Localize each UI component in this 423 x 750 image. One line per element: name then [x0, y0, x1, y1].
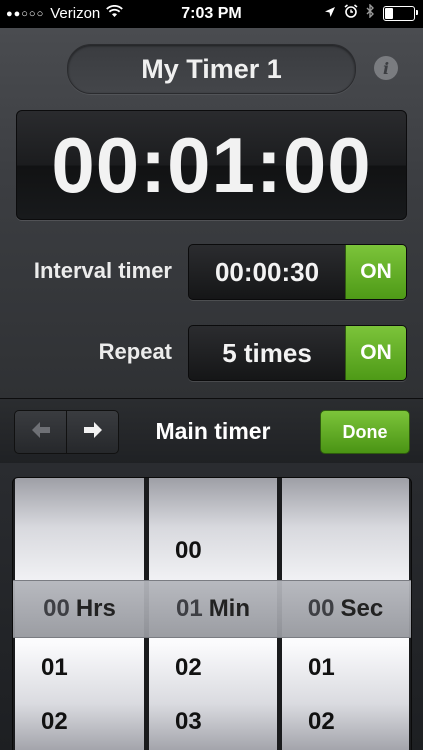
interval-timer-toggle[interactable]: ON: [345, 245, 406, 299]
hours-option[interactable]: 02: [41, 708, 68, 736]
minutes-selected-value: 01: [175, 595, 203, 622]
minutes-option[interactable]: 02: [175, 654, 202, 682]
hours-unit-label: Hrs: [75, 595, 116, 622]
timer-settings-panel: My Timer 1 i 00:01:00 Interval timer 00:…: [0, 28, 423, 398]
previous-button[interactable]: [15, 411, 66, 453]
interval-timer-label: Interval timer: [33, 258, 172, 283]
picker-toolbar: Main timer Done: [0, 398, 423, 465]
info-icon[interactable]: i: [374, 56, 398, 80]
minutes-selected[interactable]: 01 Min: [149, 581, 277, 637]
minutes-option[interactable]: 00: [175, 537, 202, 565]
interval-timer-value[interactable]: 00:00:30: [189, 245, 345, 299]
repeat-label: Repeat: [98, 339, 172, 364]
timer-name[interactable]: My Timer 1: [67, 44, 356, 94]
seconds-selected-value: 00: [307, 595, 335, 622]
prev-next-segment: [14, 410, 119, 454]
arrow-right-icon: [83, 421, 103, 444]
battery-icon: [383, 5, 418, 21]
repeat-value[interactable]: 5 times: [189, 326, 345, 380]
status-bar: ●●○○○ Verizon 7:03 PM: [0, 0, 423, 28]
hours-selected[interactable]: 00 Hrs: [15, 581, 144, 637]
time-picker[interactable]: 01 02 00 02 03 01 02 00 Hrs 01 Min 00 Se…: [12, 477, 412, 750]
arrow-left-icon: [31, 421, 51, 444]
done-button[interactable]: Done: [320, 410, 410, 454]
bluetooth-icon: [366, 3, 375, 22]
seconds-selected[interactable]: 00 Sec: [282, 581, 409, 637]
next-button[interactable]: [66, 411, 118, 453]
seconds-option[interactable]: 02: [308, 708, 335, 736]
repeat-field[interactable]: 5 times ON: [188, 325, 407, 381]
timer-screen: ●●○○○ Verizon 7:03 PM My Timer 1 i 00:01…: [0, 0, 423, 750]
toolbar-title: Main timer: [155, 418, 271, 444]
hours-selected-value: 00: [43, 595, 70, 622]
repeat-toggle[interactable]: ON: [345, 326, 406, 380]
interval-timer-field[interactable]: 00:00:30 ON: [188, 244, 407, 300]
location-arrow-icon: [324, 5, 336, 22]
hours-option[interactable]: 01: [41, 654, 68, 682]
minutes-unit-label: Min: [208, 595, 251, 622]
picker-selection-band: 00 Hrs 01 Min 00 Sec: [13, 580, 411, 638]
seconds-unit-label: Sec: [340, 595, 384, 622]
time-picker-area: 01 02 00 02 03 01 02 00 Hrs 01 Min 00 Se…: [0, 463, 423, 750]
alarm-clock-icon: [344, 4, 358, 22]
minutes-option[interactable]: 03: [175, 708, 202, 736]
main-time-display[interactable]: 00:01:00: [16, 110, 407, 220]
seconds-option[interactable]: 01: [308, 654, 335, 682]
